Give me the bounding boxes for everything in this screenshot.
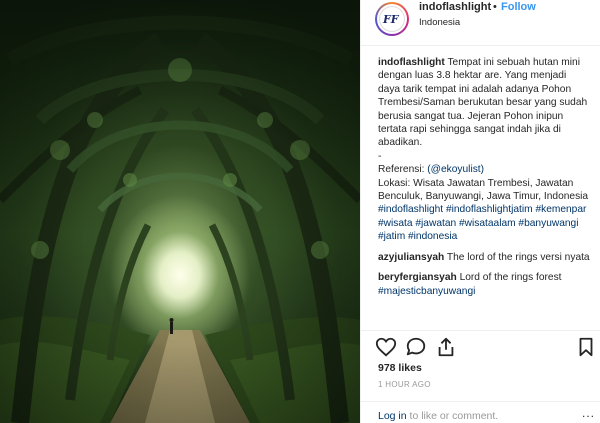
post-photo[interactable] bbox=[0, 0, 360, 423]
logo-mark: FF bbox=[382, 13, 400, 26]
comment-bubble-icon[interactable] bbox=[405, 336, 427, 358]
comment-author[interactable]: beryfergiansyah bbox=[378, 272, 457, 283]
comment-item: beryfergiansyah Lord of the rings forest… bbox=[378, 271, 590, 298]
comment-hashtag[interactable]: #majesticbanyuwangi bbox=[378, 286, 475, 297]
lokasi-text: Lokasi: Wisata Jawatan Trembesi, Jawatan… bbox=[378, 177, 589, 203]
bookmark-icon[interactable] bbox=[575, 336, 597, 358]
location-link[interactable]: Indonesia bbox=[419, 17, 460, 28]
login-row: Log in to like or comment. ... bbox=[361, 401, 600, 423]
forest-tunnel-image bbox=[0, 15, 360, 423]
caption-text: Tempat ini sebuah hutan mini dengan luas… bbox=[378, 57, 588, 149]
follow-button[interactable]: Follow bbox=[501, 1, 536, 13]
action-bar bbox=[361, 330, 600, 360]
more-options-icon[interactable]: ... bbox=[582, 406, 595, 420]
heart-icon[interactable] bbox=[375, 336, 397, 358]
comments-section: indoflashlight Tempat ini sebuah hutan m… bbox=[378, 56, 590, 305]
username-link[interactable]: indoflashlight bbox=[419, 1, 491, 13]
comment-author[interactable]: azyjuliansyah bbox=[378, 252, 444, 263]
separator-dot: • bbox=[493, 1, 497, 13]
post-header: FF indoflashlight • Follow Indonesia bbox=[361, 0, 600, 46]
caption-author[interactable]: indoflashlight bbox=[378, 57, 445, 68]
comment-text: The lord of the rings versi nyata bbox=[446, 251, 590, 263]
avatar-logo: FF bbox=[379, 6, 405, 32]
referensi-handle-link[interactable]: (@ekoyulist) bbox=[427, 164, 484, 175]
svg-text:FF: FF bbox=[382, 13, 400, 26]
login-prompt-text: to like or comment. bbox=[406, 410, 499, 422]
caption: indoflashlight Tempat ini sebuah hutan m… bbox=[378, 56, 590, 244]
person-figure bbox=[170, 322, 173, 334]
comment-item: azyjuliansyah The lord of the rings vers… bbox=[378, 251, 590, 264]
post-side-panel: FF indoflashlight • Follow Indonesia ind… bbox=[360, 0, 600, 423]
caption-dash: - bbox=[378, 150, 382, 162]
caption-hashtags[interactable]: #indoflashlight #indoflashlightjatim #ke… bbox=[378, 204, 586, 242]
login-prompt: Log in to like or comment. bbox=[378, 410, 498, 422]
comment-text: Lord of the rings forest bbox=[459, 272, 562, 284]
likes-count[interactable]: 978 likes bbox=[378, 362, 422, 374]
referensi-label: Referensi: bbox=[378, 164, 428, 176]
login-link[interactable]: Log in bbox=[378, 410, 407, 422]
avatar[interactable]: FF bbox=[377, 4, 407, 34]
post-timestamp[interactable]: 1 HOUR AGO bbox=[378, 380, 431, 389]
share-icon[interactable] bbox=[435, 336, 457, 358]
avatar-story-ring[interactable]: FF bbox=[375, 2, 409, 36]
